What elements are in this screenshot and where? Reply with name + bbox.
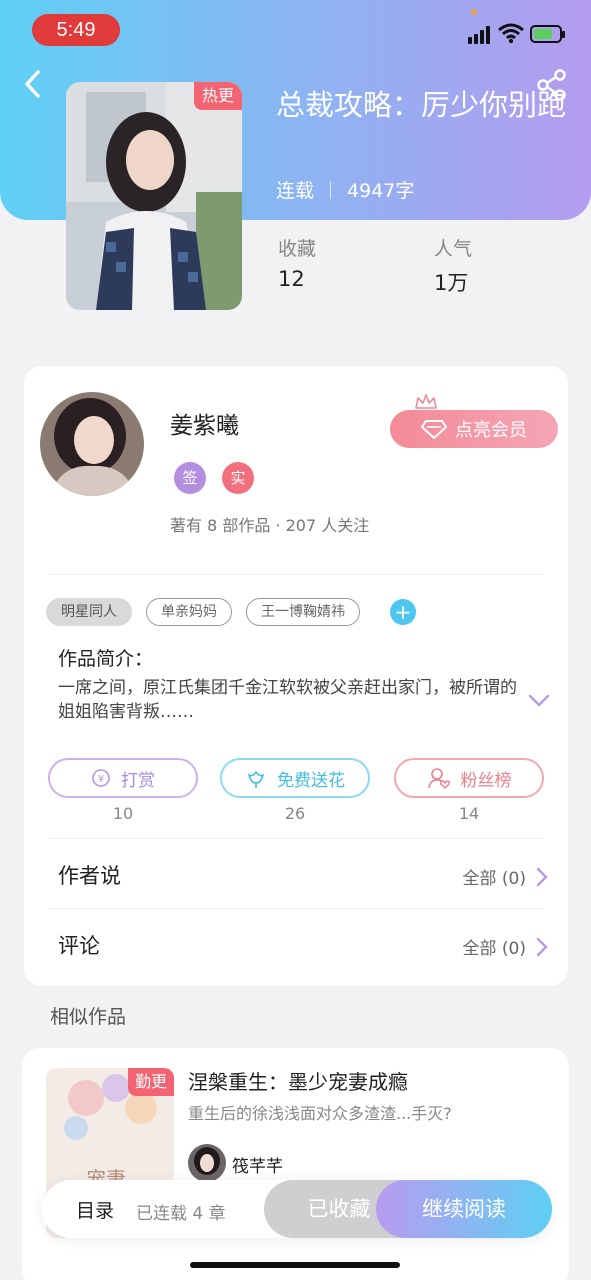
- fan-ranking-label: 粉丝榜: [460, 770, 512, 791]
- similar-author-name: 筏芊芊: [232, 1157, 283, 1177]
- fan-user-icon: [427, 768, 450, 789]
- battery-icon: [530, 25, 565, 43]
- author-says-all[interactable]: 全部 (0): [463, 864, 548, 889]
- status-time: 5:49: [32, 14, 120, 46]
- flower-count: 26: [284, 804, 306, 823]
- expand-chevron-down-icon[interactable]: [528, 694, 550, 708]
- similar-work-title[interactable]: 涅槃重生：墨少宠妻成瘾: [188, 1066, 408, 1095]
- meta-divider: [330, 180, 332, 199]
- toc-button[interactable]: 目录: [76, 1196, 114, 1223]
- home-indicator: [190, 1262, 400, 1268]
- crown-icon: [415, 394, 437, 409]
- tip-button[interactable]: ¥ 打赏: [48, 758, 198, 798]
- diligent-update-badge: 勤更: [128, 1068, 174, 1096]
- back-icon[interactable]: [20, 68, 48, 100]
- signed-badge: 签: [174, 462, 206, 494]
- author-says-all-label: 全部 (0): [462, 869, 526, 889]
- add-tag-button[interactable]: +: [390, 599, 416, 625]
- diamond-icon: [421, 420, 447, 439]
- verified-badge: 实: [222, 462, 254, 494]
- author-says-row[interactable]: 作者说 全部 (0): [58, 856, 548, 896]
- send-flower-label: 免费送花: [277, 770, 345, 791]
- similar-works-title: 相似作品: [50, 1006, 127, 1028]
- book-title: 总裁攻略：厉少你别跑: [276, 88, 567, 122]
- author-info-card: 姜紫曦 点亮会员 签 实 著有 8 部作品 · 207 人关注 明星同人 单亲妈…: [24, 366, 568, 986]
- chapter-count: 已连载 4 章: [136, 1204, 226, 1224]
- stat-label: 收藏: [278, 238, 317, 260]
- divider: [48, 908, 544, 909]
- bottom-action-bar: 目录 已连载 4 章 已收藏 继续阅读: [42, 1180, 552, 1238]
- comments-row[interactable]: 评论 全部 (0): [58, 926, 548, 966]
- coin-icon: ¥: [92, 769, 110, 787]
- author-works-followers: 著有 8 部作品 · 207 人关注: [170, 516, 370, 535]
- divider: [48, 574, 544, 575]
- vip-button[interactable]: 点亮会员: [390, 410, 558, 448]
- comments-all-label: 全部 (0): [462, 939, 526, 959]
- book-meta: 连载 4947字: [276, 176, 414, 203]
- chevron-right-icon: [536, 867, 548, 886]
- book-cover: 热更: [66, 82, 242, 310]
- similar-author-avatar: [188, 1144, 226, 1182]
- tag-item[interactable]: 明星同人: [46, 598, 132, 626]
- intro-text: 一席之间，原江氏集团千金江软软被父亲赶出家门，被所谓的姐姐陷害背叛……: [58, 678, 517, 722]
- status-bar: 5:49: [0, 0, 591, 60]
- fan-count: 14: [458, 804, 480, 823]
- tag-list: 明星同人 单亲妈妈 王一博鞠婧祎 +: [46, 598, 416, 626]
- avatar-image: [40, 392, 144, 496]
- stat-value: 12: [278, 267, 305, 291]
- fan-ranking-button[interactable]: 粉丝榜: [394, 758, 544, 798]
- vip-button-label: 点亮会员: [455, 420, 527, 441]
- privacy-dot: [471, 9, 477, 15]
- stat-value: 1万: [434, 271, 469, 295]
- send-flower-button[interactable]: 免费送花: [220, 758, 370, 798]
- svg-text:¥: ¥: [98, 774, 104, 785]
- wifi-icon: [498, 23, 524, 44]
- word-count: 4947字: [347, 180, 415, 202]
- comments-all[interactable]: 全部 (0): [463, 934, 548, 959]
- cellular-signal-icon: [468, 26, 492, 44]
- continue-reading-button[interactable]: 继续阅读: [376, 1180, 552, 1238]
- stat-label: 人气: [434, 238, 473, 260]
- similar-work-card[interactable]: 宠妻 成瘾 勤更 涅槃重生：墨少宠妻成瘾 重生后的徐浅浅面对众多渣渣...手灭?…: [22, 1048, 569, 1280]
- divider: [48, 838, 544, 839]
- tip-button-label: 打赏: [121, 770, 155, 791]
- hot-update-badge: 热更: [194, 82, 242, 110]
- author-avatar[interactable]: [40, 392, 144, 496]
- stat-popularity: 人气 1万: [434, 234, 472, 297]
- flower-icon: [247, 770, 265, 788]
- tag-item[interactable]: 单亲妈妈: [146, 598, 232, 626]
- author-name[interactable]: 姜紫曦: [170, 406, 239, 440]
- tag-item[interactable]: 王一博鞠婧祎: [246, 598, 360, 626]
- similar-work-desc: 重生后的徐浅浅面对众多渣渣...手灭?: [188, 1104, 452, 1123]
- similar-author-avatar-image: [188, 1144, 226, 1182]
- chevron-right-icon: [536, 937, 548, 956]
- book-status: 连载: [276, 180, 315, 202]
- stat-favorites: 收藏 12: [278, 234, 316, 291]
- cover-image: [66, 82, 242, 310]
- comments-title: 评论: [58, 934, 100, 958]
- intro-label: 作品简介：: [58, 648, 154, 670]
- tip-count: 10: [112, 804, 134, 823]
- author-says-title: 作者说: [58, 864, 121, 888]
